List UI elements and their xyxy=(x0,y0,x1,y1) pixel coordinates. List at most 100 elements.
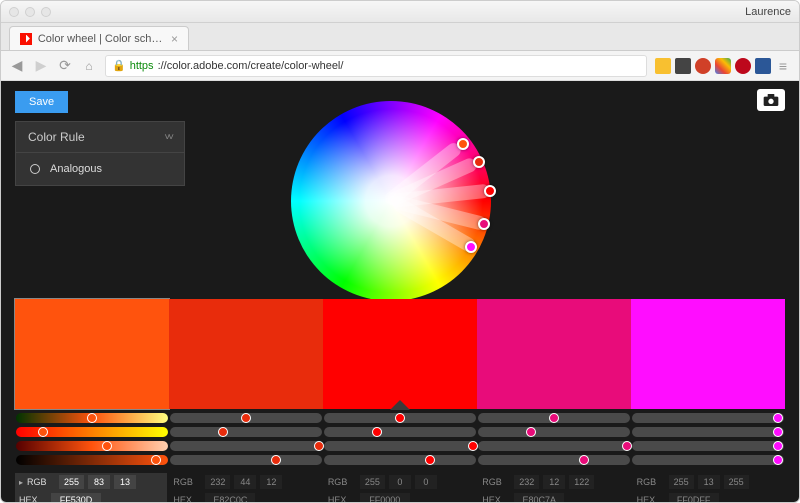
ext-icon-2[interactable] xyxy=(675,58,691,74)
rgb-label: RGB xyxy=(637,477,665,487)
slider[interactable] xyxy=(16,413,168,423)
slider-knob[interactable] xyxy=(773,441,783,451)
swatch[interactable] xyxy=(169,299,323,409)
wheel-handle[interactable] xyxy=(457,138,469,150)
rgb-value[interactable]: 0 xyxy=(415,475,437,489)
slider[interactable] xyxy=(632,427,784,437)
rgb-value[interactable]: 122 xyxy=(569,475,594,489)
slider-knob[interactable] xyxy=(38,427,48,437)
slider-knob[interactable] xyxy=(773,413,783,423)
ext-icon-5[interactable] xyxy=(735,58,751,74)
rgb-value[interactable]: 232 xyxy=(514,475,539,489)
traffic-close[interactable] xyxy=(9,7,19,17)
rgb-value[interactable]: 232 xyxy=(205,475,230,489)
tab-close-icon[interactable]: × xyxy=(171,32,178,46)
nav-forward-icon[interactable]: ▶ xyxy=(33,58,49,74)
slider[interactable] xyxy=(170,455,322,465)
slider-knob[interactable] xyxy=(468,441,478,451)
traffic-zoom[interactable] xyxy=(41,7,51,17)
slider[interactable] xyxy=(16,427,168,437)
lock-icon: 🔒 xyxy=(112,59,126,72)
slider[interactable] xyxy=(170,427,322,437)
color-rule-option[interactable]: Analogous xyxy=(16,153,184,185)
rgb-value[interactable]: 44 xyxy=(234,475,256,489)
slider[interactable] xyxy=(478,413,630,423)
profile-name[interactable]: Laurence xyxy=(745,6,791,18)
slider-knob[interactable] xyxy=(372,427,382,437)
slider[interactable] xyxy=(16,455,168,465)
slider-knob[interactable] xyxy=(151,455,161,465)
slider[interactable] xyxy=(478,455,630,465)
camera-button[interactable] xyxy=(757,89,785,111)
slider-knob[interactable] xyxy=(395,413,405,423)
slider[interactable] xyxy=(324,441,476,451)
wheel-handle[interactable] xyxy=(478,218,490,230)
tab-bar: Color wheel | Color schem × xyxy=(1,23,799,51)
swatch[interactable] xyxy=(631,299,785,409)
swatch[interactable] xyxy=(323,299,477,409)
slider[interactable] xyxy=(632,441,784,451)
home-icon[interactable]: ⌂ xyxy=(81,58,97,74)
rgb-value[interactable]: 255 xyxy=(724,475,749,489)
slider[interactable] xyxy=(16,441,168,451)
hex-value[interactable]: E80C7A xyxy=(514,493,564,502)
slider[interactable] xyxy=(170,441,322,451)
rgb-value[interactable]: 12 xyxy=(260,475,282,489)
color-wheel[interactable] xyxy=(281,101,501,321)
slider[interactable] xyxy=(324,427,476,437)
browser-tab[interactable]: Color wheel | Color schem × xyxy=(9,26,189,50)
wheel-handle[interactable] xyxy=(473,156,485,168)
ext-icon-3[interactable] xyxy=(695,58,711,74)
slider[interactable] xyxy=(324,455,476,465)
slider[interactable] xyxy=(632,455,784,465)
traffic-minimize[interactable] xyxy=(25,7,35,17)
rgb-value[interactable]: 255 xyxy=(669,475,694,489)
slider-knob[interactable] xyxy=(218,427,228,437)
slider-knob[interactable] xyxy=(549,413,559,423)
slider[interactable] xyxy=(324,413,476,423)
hex-value[interactable]: FF530D xyxy=(51,493,101,502)
hex-value[interactable]: FF0000 xyxy=(360,493,410,502)
menu-icon[interactable]: ≡ xyxy=(775,58,791,74)
color-rule-header[interactable]: Color Rule ˅˅ xyxy=(16,122,184,153)
wheel-handle[interactable] xyxy=(465,241,477,253)
slider-knob[interactable] xyxy=(579,455,589,465)
slider-knob[interactable] xyxy=(102,441,112,451)
rgb-value[interactable]: 13 xyxy=(698,475,720,489)
hex-label: HEX xyxy=(19,495,47,502)
slider-knob[interactable] xyxy=(271,455,281,465)
slider-knob[interactable] xyxy=(241,413,251,423)
rgb-value[interactable]: 255 xyxy=(59,475,84,489)
rgb-value[interactable]: 0 xyxy=(389,475,411,489)
slider-knob[interactable] xyxy=(622,441,632,451)
swatch[interactable] xyxy=(477,299,631,409)
rgb-value[interactable]: 12 xyxy=(543,475,565,489)
slider[interactable] xyxy=(478,427,630,437)
rgb-value[interactable]: 255 xyxy=(360,475,385,489)
slider-knob[interactable] xyxy=(526,427,536,437)
swatch[interactable] xyxy=(15,299,169,409)
ext-icon-4[interactable] xyxy=(715,58,731,74)
save-button[interactable]: Save xyxy=(15,91,68,113)
slider[interactable] xyxy=(478,441,630,451)
ext-icon-6[interactable] xyxy=(755,58,771,74)
reload-icon[interactable]: ⟳ xyxy=(57,58,73,74)
slider-knob[interactable] xyxy=(425,455,435,465)
sliders-area xyxy=(15,413,785,469)
slider[interactable] xyxy=(632,413,784,423)
hex-value[interactable]: FF0DFF xyxy=(669,493,719,502)
rgb-value[interactable]: 83 xyxy=(88,475,110,489)
expand-icon[interactable]: ▸ xyxy=(19,478,23,487)
slider[interactable] xyxy=(170,413,322,423)
slider-knob[interactable] xyxy=(87,413,97,423)
hex-value[interactable]: E82C0C xyxy=(205,493,255,502)
ext-icon-1[interactable] xyxy=(655,58,671,74)
nav-back-icon[interactable]: ◀ xyxy=(9,58,25,74)
color-rule-panel: Color Rule ˅˅ Analogous xyxy=(15,121,185,186)
wheel-handle[interactable] xyxy=(484,185,496,197)
slider-knob[interactable] xyxy=(773,427,783,437)
rgb-value[interactable]: 13 xyxy=(114,475,136,489)
slider-knob[interactable] xyxy=(314,441,324,451)
slider-knob[interactable] xyxy=(773,455,783,465)
url-input[interactable]: 🔒 https://color.adobe.com/create/color-w… xyxy=(105,55,647,77)
